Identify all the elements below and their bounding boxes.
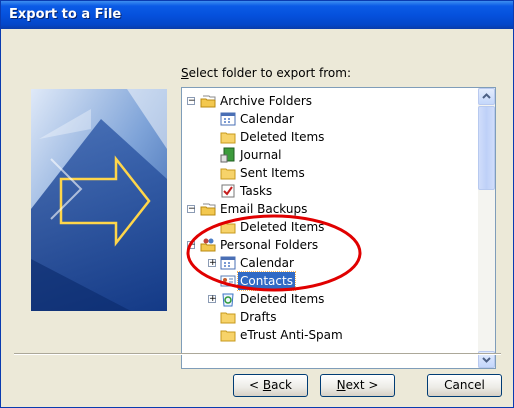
tree-item[interactable]: Calendar	[182, 110, 477, 128]
next-button[interactable]: Next >	[320, 374, 395, 397]
folder-tree[interactable]: − Archive Folders Calendar Deleted Items Jou…	[181, 87, 496, 369]
scroll-thumb[interactable]	[478, 106, 495, 190]
tree-item[interactable]: Drafts	[182, 308, 477, 326]
window-title: Export to a File	[9, 7, 122, 22]
tree-item-label: Calendar	[240, 256, 294, 270]
tree-item-label: Contacts	[237, 271, 296, 291]
folder-stack-icon	[200, 201, 216, 217]
calendar-icon	[220, 255, 236, 271]
tree-item[interactable]: Journal	[182, 146, 477, 164]
folder-icon	[220, 129, 236, 145]
folder-list-label: Select folder to export from:	[181, 66, 352, 80]
export-dialog: Export to a File Select folder to export…	[0, 0, 514, 408]
tree-item-label: Drafts	[240, 310, 277, 324]
tree-item-label: Calendar	[240, 112, 294, 126]
button-separator	[14, 353, 501, 355]
tree-item[interactable]: Sent Items	[182, 164, 477, 182]
scroll-up-button[interactable]	[478, 88, 495, 105]
folder-icon	[220, 327, 236, 343]
collapse-toggle[interactable]: −	[187, 205, 196, 214]
tree-item[interactable]: Deleted Items	[182, 128, 477, 146]
tree-item[interactable]: Deleted Items	[182, 218, 477, 236]
wizard-illustration	[31, 89, 167, 311]
calendar-icon	[220, 111, 236, 127]
tree-item-label: Email Backups	[220, 202, 308, 216]
tree-item[interactable]: − Personal Folders	[182, 236, 477, 254]
expand-toggle[interactable]: +	[208, 295, 217, 304]
tree-item-label: Sent Items	[240, 166, 305, 180]
tasks-icon	[220, 183, 236, 199]
collapse-toggle[interactable]: −	[187, 241, 196, 250]
tree-item-label: Archive Folders	[220, 94, 313, 108]
folder-stack-icon	[200, 93, 216, 109]
tree-item-selected[interactable]: Contacts	[182, 271, 477, 291]
chevron-up-icon	[482, 93, 491, 99]
journal-icon	[220, 147, 236, 163]
tree-item-label: Journal	[240, 148, 282, 162]
folder-icon	[220, 219, 236, 235]
tree-item[interactable]: − Archive Folders	[182, 92, 477, 110]
collapse-toggle[interactable]: −	[187, 97, 196, 106]
tree-item-label: Tasks	[240, 184, 273, 198]
tree-item-label: Personal Folders	[220, 238, 319, 252]
tree-item[interactable]: − Email Backups	[182, 200, 477, 218]
recycle-folder-icon	[220, 291, 236, 307]
tree-item-label: eTrust Anti-Spam	[240, 328, 343, 342]
folder-icon	[220, 309, 236, 325]
contacts-icon	[220, 273, 236, 289]
dialog-body: Select folder to export from: − Archive F…	[4, 29, 511, 405]
title-bar[interactable]: Export to a File	[1, 1, 513, 29]
tree-item-label: Deleted Items	[240, 220, 325, 234]
back-button[interactable]: < Back	[233, 374, 308, 397]
folder-icon	[220, 165, 236, 181]
tree-item[interactable]: + Calendar	[182, 254, 477, 272]
personal-folders-icon	[200, 237, 216, 253]
tree-item-label: Deleted Items	[240, 292, 325, 306]
tree-item-label: Deleted Items	[240, 130, 325, 144]
expand-toggle[interactable]: +	[208, 259, 217, 268]
tree-item[interactable]: Tasks	[182, 182, 477, 200]
tree-item[interactable]: eTrust Anti-Spam	[182, 326, 477, 344]
vertical-scrollbar[interactable]	[478, 88, 495, 368]
cancel-button[interactable]: Cancel	[427, 374, 502, 397]
tree-item[interactable]: + Deleted Items	[182, 290, 477, 308]
